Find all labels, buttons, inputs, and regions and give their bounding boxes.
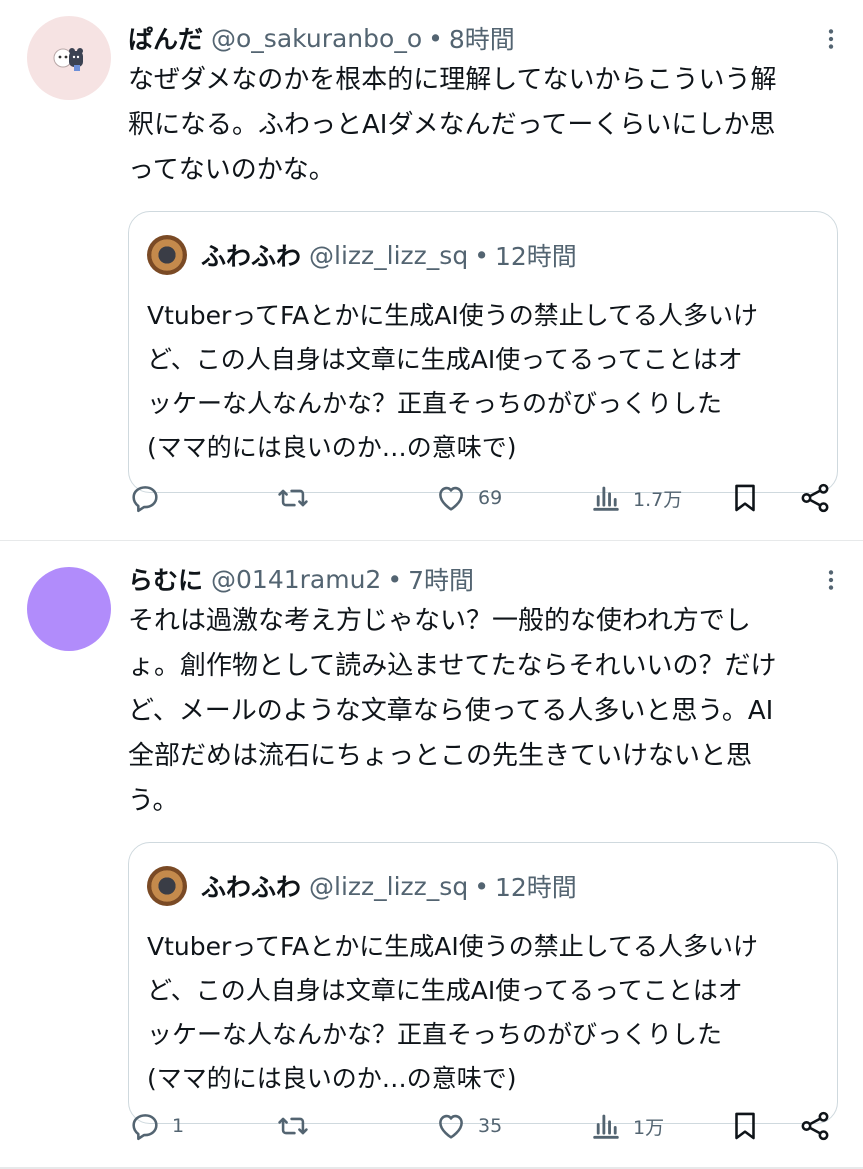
share-icon (801, 483, 829, 513)
quoted-user-handle: @lizz_lizz_sq (309, 240, 469, 270)
avatar[interactable] (27, 16, 111, 100)
views-button[interactable]: 1.7万 (589, 473, 682, 523)
retweet-button[interactable] (276, 1101, 320, 1151)
quoted-tweet-text: VtuberってFAとかに生成AI使うの禁止してる人多いけ ど、この人自身は文章… (147, 301, 758, 462)
views-button[interactable]: 1万 (589, 1101, 664, 1151)
tweet-content: らむに @0141ramu2 • 7時間 それは過激な考え方じゃない？一般的な使… (128, 559, 840, 1124)
like-button[interactable]: 35 (434, 1101, 502, 1151)
quoted-display-name: ふわふわ (201, 873, 302, 902)
quoted-tweet-header: ふわふわ @lizz_lizz_sq • 12時間 (147, 230, 821, 280)
share-button[interactable] (798, 1101, 832, 1151)
tweet[interactable]: らむに @0141ramu2 • 7時間 それは過激な考え方じゃない？一般的な使… (0, 541, 863, 1169)
display-name[interactable]: ぱんだ (128, 20, 203, 56)
like-count: 35 (478, 1115, 503, 1137)
reply-count: 1 (172, 1115, 185, 1137)
share-icon (801, 1111, 829, 1141)
quoted-timestamp: 12時間 (494, 873, 577, 902)
timeline-feed: ぱんだ @o_sakuranbo_o • 8時間 なぜダメなのかを根本的に理解し… (0, 0, 863, 1169)
quoted-tweet-text: VtuberってFAとかに生成AI使うの禁止してる人多いけ ど、この人自身は文章… (147, 932, 758, 1093)
tweet-text: それは過激な考え方じゃない？一般的な使われ方でし ょ。創作物として読み込ませてた… (128, 606, 777, 816)
bookmark-icon (735, 484, 755, 512)
quoted-tweet[interactable]: ふわふわ @lizz_lizz_sq • 12時間 VtuberってFAとかに生… (128, 842, 838, 1124)
separator-dot: • (428, 23, 443, 53)
reply-button[interactable]: 1 (128, 1101, 184, 1151)
share-button[interactable] (798, 473, 832, 523)
separator-dot: • (387, 564, 403, 594)
tweet-header: ぱんだ @o_sakuranbo_o • 8時間 (128, 18, 840, 58)
reply-button[interactable] (128, 473, 172, 523)
tweet-content: ぱんだ @o_sakuranbo_o • 8時間 なぜダメなのかを根本的に理解し… (128, 18, 840, 493)
bookmark-button[interactable] (728, 473, 762, 523)
tweet-actions: 1 35 1万 (128, 1101, 838, 1151)
retweet-icon (278, 489, 308, 507)
tweet-actions: 69 1.7万 (128, 473, 838, 523)
quoted-display-name: ふわふわ (201, 242, 302, 271)
bookmark-icon (735, 1112, 755, 1140)
more-options-button[interactable] (816, 24, 846, 54)
like-count: 69 (478, 487, 503, 509)
user-handle[interactable]: @o_sakuranbo_o (211, 24, 422, 53)
quoted-user-handle: @lizz_lizz_sq (309, 871, 469, 901)
view-count: 1.7万 (633, 488, 683, 511)
views-icon (593, 486, 619, 511)
view-count: 1万 (633, 1116, 665, 1139)
more-icon (828, 29, 834, 49)
like-icon (439, 486, 463, 511)
timestamp[interactable]: 8時間 (449, 20, 515, 56)
quoted-tweet[interactable]: ふわふわ @lizz_lizz_sq • 12時間 VtuberってFAとかに生… (128, 211, 838, 493)
timestamp[interactable]: 7時間 (408, 561, 474, 597)
quoted-avatar (147, 235, 187, 275)
tweet[interactable]: ぱんだ @o_sakuranbo_o • 8時間 なぜダメなのかを根本的に理解し… (0, 0, 863, 541)
tweet-text: なぜダメなのかを根本的に理解してないからこういう解 釈になる。ふわっとAIダメな… (128, 65, 777, 185)
quoted-timestamp: 12時間 (494, 242, 577, 271)
display-name[interactable]: らむに (128, 561, 203, 597)
retweet-icon (278, 1117, 308, 1135)
reply-icon (132, 1114, 158, 1141)
views-icon (593, 1114, 619, 1139)
panda-avatar-image (53, 48, 83, 71)
like-button[interactable]: 69 (434, 473, 502, 523)
more-icon (828, 570, 834, 590)
reply-icon (132, 486, 158, 513)
like-icon (439, 1114, 463, 1139)
bookmark-button[interactable] (728, 1101, 762, 1151)
separator-dot: • (474, 240, 489, 270)
quoted-avatar (147, 866, 187, 906)
retweet-button[interactable] (276, 473, 320, 523)
avatar[interactable] (27, 567, 111, 651)
user-handle[interactable]: @0141ramu2 (211, 565, 381, 594)
separator-dot: • (474, 871, 489, 901)
tweet-header: らむに @0141ramu2 • 7時間 (128, 559, 840, 599)
more-options-button[interactable] (816, 565, 846, 595)
quoted-tweet-header: ふわふわ @lizz_lizz_sq • 12時間 (147, 861, 821, 911)
